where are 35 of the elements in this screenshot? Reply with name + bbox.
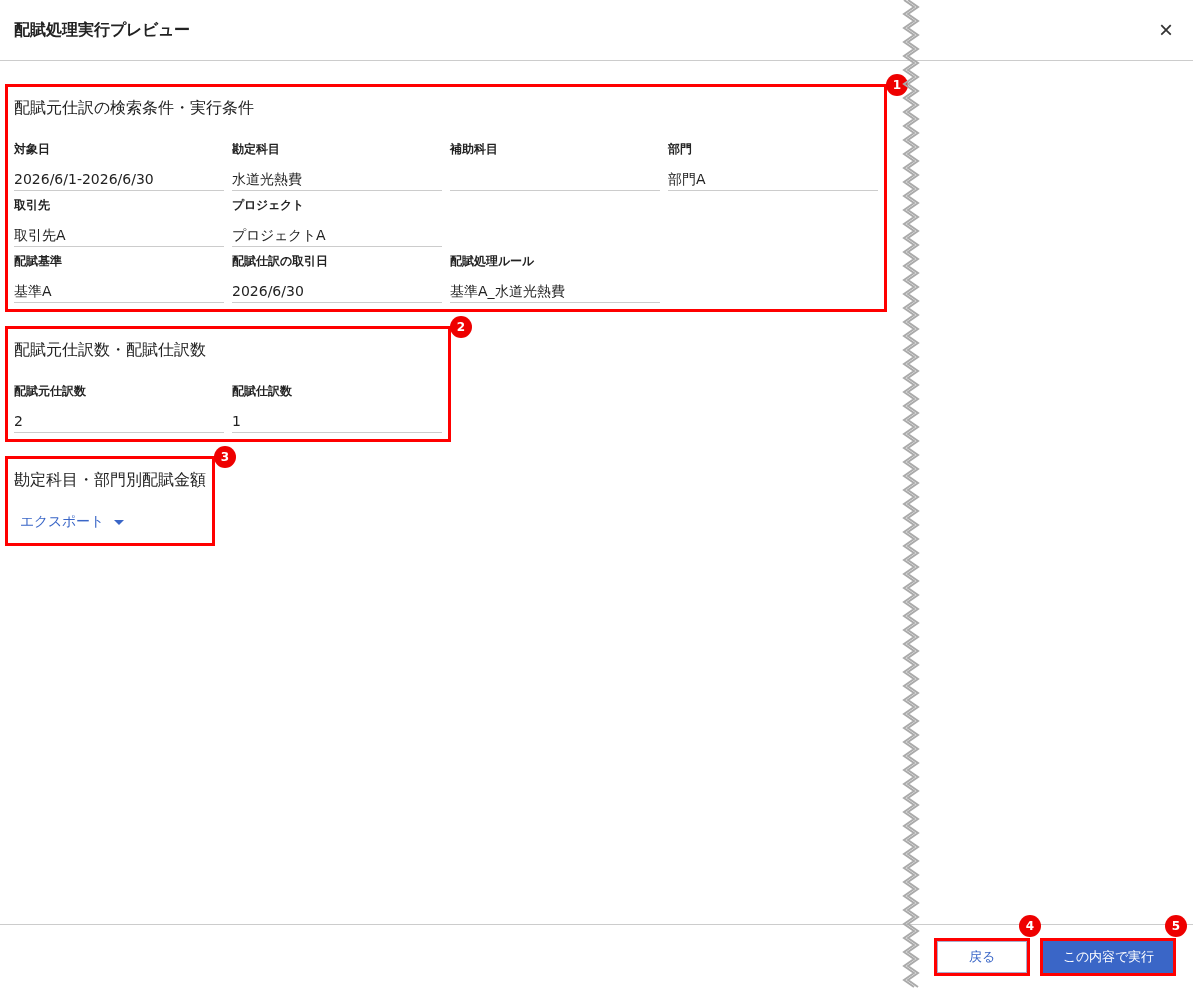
field-label: 補助科目	[450, 141, 499, 158]
back-button[interactable]: 戻る	[937, 940, 1027, 973]
value-field: 水道光熱費	[232, 169, 442, 191]
callout-badge: 4	[1019, 914, 1041, 937]
section-title: 配賦元仕訳の検索条件・実行条件	[14, 97, 255, 119]
section-title: 勘定科目・部門別配賦金額	[14, 469, 206, 491]
field-label: 配賦基準	[14, 253, 63, 270]
field-label: 勘定科目	[232, 141, 281, 158]
execute-button[interactable]: この内容で実行	[1043, 940, 1173, 973]
value-field: 2026/6/1-2026/6/30	[14, 169, 224, 191]
field-label: 取引先	[14, 197, 51, 214]
field-label: 配賦処理ルール	[450, 253, 535, 270]
field-label: 部門	[668, 141, 693, 158]
value-field: 1	[232, 411, 442, 433]
caret-icon	[114, 519, 124, 525]
value-field: 2026/6/30	[232, 281, 442, 303]
field-label: 配賦仕訳の取引日	[232, 253, 329, 270]
field-label: 対象日	[14, 141, 51, 158]
value-field: 部門A	[668, 169, 878, 191]
field-label: プロジェクト	[232, 197, 305, 214]
value-field: 基準A	[14, 281, 224, 303]
callout-badge: 1	[886, 74, 908, 96]
value-field: プロジェクトA	[232, 225, 442, 247]
value-field: 基準A_水道光熱費	[450, 281, 660, 303]
value-field: 2	[14, 411, 224, 433]
value-field: 取引先A	[14, 225, 224, 247]
callout-badge: 2	[450, 316, 472, 338]
close-button[interactable]: ×	[1155, 18, 1177, 42]
dialog-title: 配賦処理実行プレビュー	[14, 19, 190, 41]
section-title: 配賦元仕訳数・配賦仕訳数	[14, 339, 207, 361]
callout-badge: 5	[1165, 914, 1187, 937]
export-dropdown[interactable]: エクスポート	[14, 513, 130, 531]
field-label: 配賦元仕訳数	[14, 383, 87, 400]
callout-badge: 3	[214, 446, 236, 468]
field-label: 配賦仕訳数	[232, 383, 293, 400]
